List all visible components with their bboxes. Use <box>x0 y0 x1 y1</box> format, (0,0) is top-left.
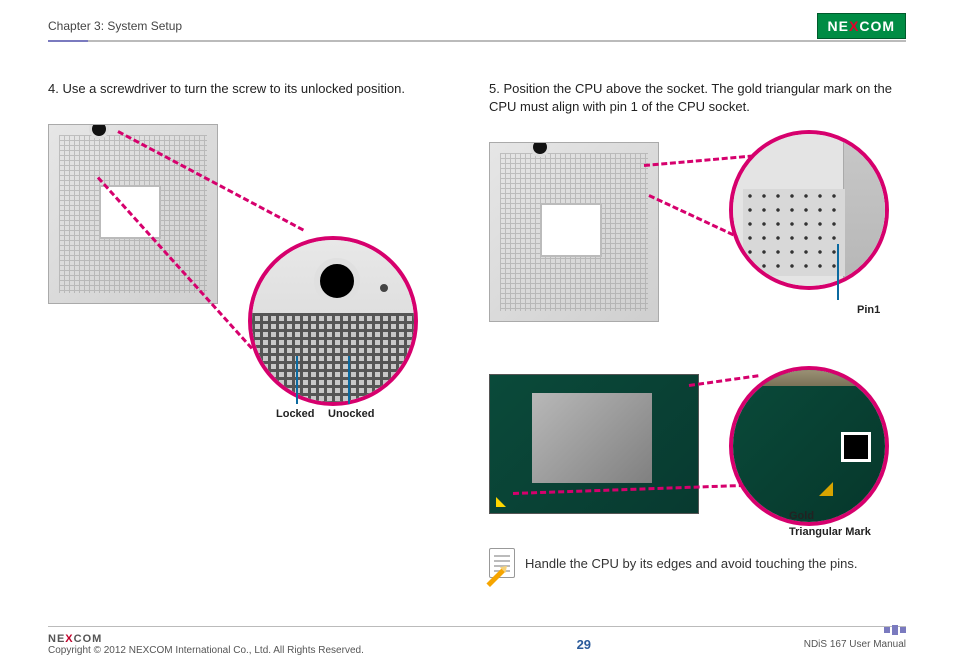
magnifier-gold-mark <box>729 366 889 526</box>
figure-5a: Pin1 <box>489 134 906 364</box>
label-pin1: Pin1 <box>857 304 880 316</box>
page-footer: NEXCOM Copyright © 2012 NEXCOM Internati… <box>48 626 906 656</box>
magnifier-screw <box>248 236 418 406</box>
footer-logo-x: X <box>65 633 73 645</box>
step-4-text: 4. Use a screwdriver to turn the screw t… <box>48 80 465 98</box>
socket-opening-right <box>540 203 602 257</box>
label-gold-1: Gold <box>789 510 814 522</box>
note-icon <box>489 548 515 578</box>
note-row: Handle the CPU by its edges and avoid to… <box>489 548 906 578</box>
page-number: 29 <box>577 637 591 652</box>
locked-pointer <box>296 356 298 404</box>
logo-text-prefix: NE <box>828 18 849 34</box>
pin1-pointer <box>837 244 839 300</box>
figure-5b: Gold Triangular Mark <box>489 370 906 540</box>
socket-screw <box>89 124 109 139</box>
content-area: 4. Use a screwdriver to turn the screw t… <box>48 80 906 612</box>
screw-detail <box>314 258 360 304</box>
label-locked: Locked <box>276 408 315 420</box>
footer-logo-prefix: NE <box>48 633 65 645</box>
page-header: Chapter 3: System Setup NEXCOM <box>48 12 906 40</box>
magnifier-pin1 <box>729 130 889 290</box>
pinhole-detail <box>380 284 388 292</box>
cpu-gold-corner <box>496 497 506 507</box>
label-unlocked: Unocked <box>328 408 374 420</box>
footer-logo: NEXCOM <box>48 633 364 645</box>
magnifier-screw-inner <box>252 240 414 402</box>
logo-text-suffix: COM <box>859 18 895 34</box>
footer-logo-suffix: COM <box>74 633 103 645</box>
copyright-text: Copyright © 2012 NEXCOM International Co… <box>48 645 364 656</box>
cpu-socket-illustration-right <box>489 142 659 322</box>
footer-decor <box>882 625 906 636</box>
cpu-edge-detail <box>733 370 885 386</box>
gold-triangle-detail <box>819 482 833 496</box>
footer-left: NEXCOM Copyright © 2012 NEXCOM Internati… <box>48 633 364 656</box>
cpu-qr-mark <box>841 432 871 462</box>
chapter-title: Chapter 3: System Setup <box>48 19 182 33</box>
socket-edge-detail <box>843 134 885 286</box>
note-text: Handle the CPU by its edges and avoid to… <box>525 556 857 571</box>
magnifier-gold-mark-inner <box>733 370 885 522</box>
left-column: 4. Use a screwdriver to turn the screw t… <box>48 80 465 612</box>
label-gold-2: Triangular Mark <box>789 526 871 538</box>
brand-logo: NEXCOM <box>817 13 906 39</box>
cpu-die <box>532 393 652 483</box>
socket-screw-right <box>530 142 550 157</box>
magnifier-pin1-inner <box>733 134 885 286</box>
logo-text-x: X <box>849 18 859 34</box>
header-rule <box>48 40 906 42</box>
unlocked-pointer <box>348 356 350 404</box>
right-column: 5. Position the CPU above the socket. Th… <box>489 80 906 612</box>
figure-4: Locked Unocked <box>48 116 465 416</box>
manual-title: NDiS 167 User Manual <box>804 639 906 650</box>
step-5-text: 5. Position the CPU above the socket. Th… <box>489 80 906 116</box>
